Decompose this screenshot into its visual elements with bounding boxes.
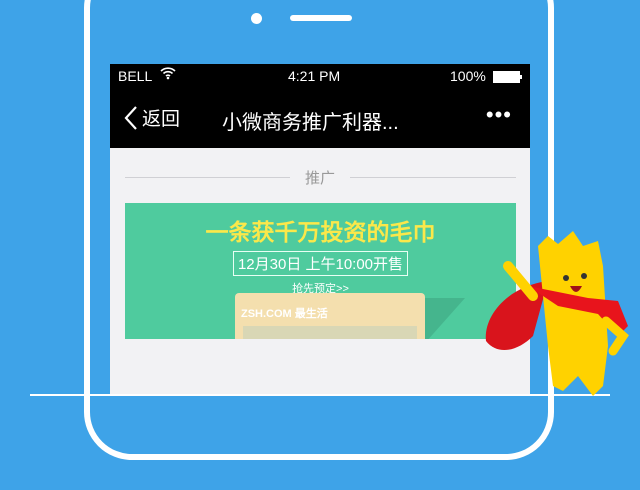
promo-banner[interactable]: 一条获千万投资的毛巾 12月30日 上午10:00开售 抢先预定>> ZSH.C…: [125, 203, 516, 339]
towel-image: ZSH.COM 最生活: [235, 293, 425, 339]
divider-line: [350, 177, 516, 178]
section-divider: 推广: [110, 148, 530, 203]
towel-shadow: [425, 298, 465, 339]
carrier: BELL: [118, 68, 153, 84]
towel-brand: ZSH.COM 最生活: [241, 308, 328, 320]
clock: 4:21 PM: [288, 68, 341, 84]
more-button[interactable]: •••: [486, 102, 512, 128]
status-bar: BELL 4:21 PM 100%: [110, 64, 530, 88]
battery-icon: [493, 70, 523, 86]
phone-speaker: [290, 15, 352, 21]
phone-screen: BELL 4:21 PM 100% 返回 小微商务推广利器... ••• 推广 …: [110, 64, 530, 394]
back-label: 返回: [142, 109, 181, 130]
mascot-illustration: [485, 231, 629, 396]
banner-headline: 一条获千万投资的毛巾: [205, 219, 436, 245]
towel-texture: [243, 326, 417, 339]
back-button[interactable]: 返回: [124, 104, 180, 131]
nav-bar: 返回 小微商务推广利器... •••: [110, 88, 530, 148]
banner-date: 12月30日 上午10:00开售: [232, 251, 409, 276]
chevron-left-icon: [124, 105, 137, 130]
page-title: 小微商务推广利器...: [222, 112, 399, 134]
battery-percent: 100%: [450, 68, 486, 84]
phone-camera: [251, 13, 262, 24]
wifi-icon: [160, 66, 176, 83]
